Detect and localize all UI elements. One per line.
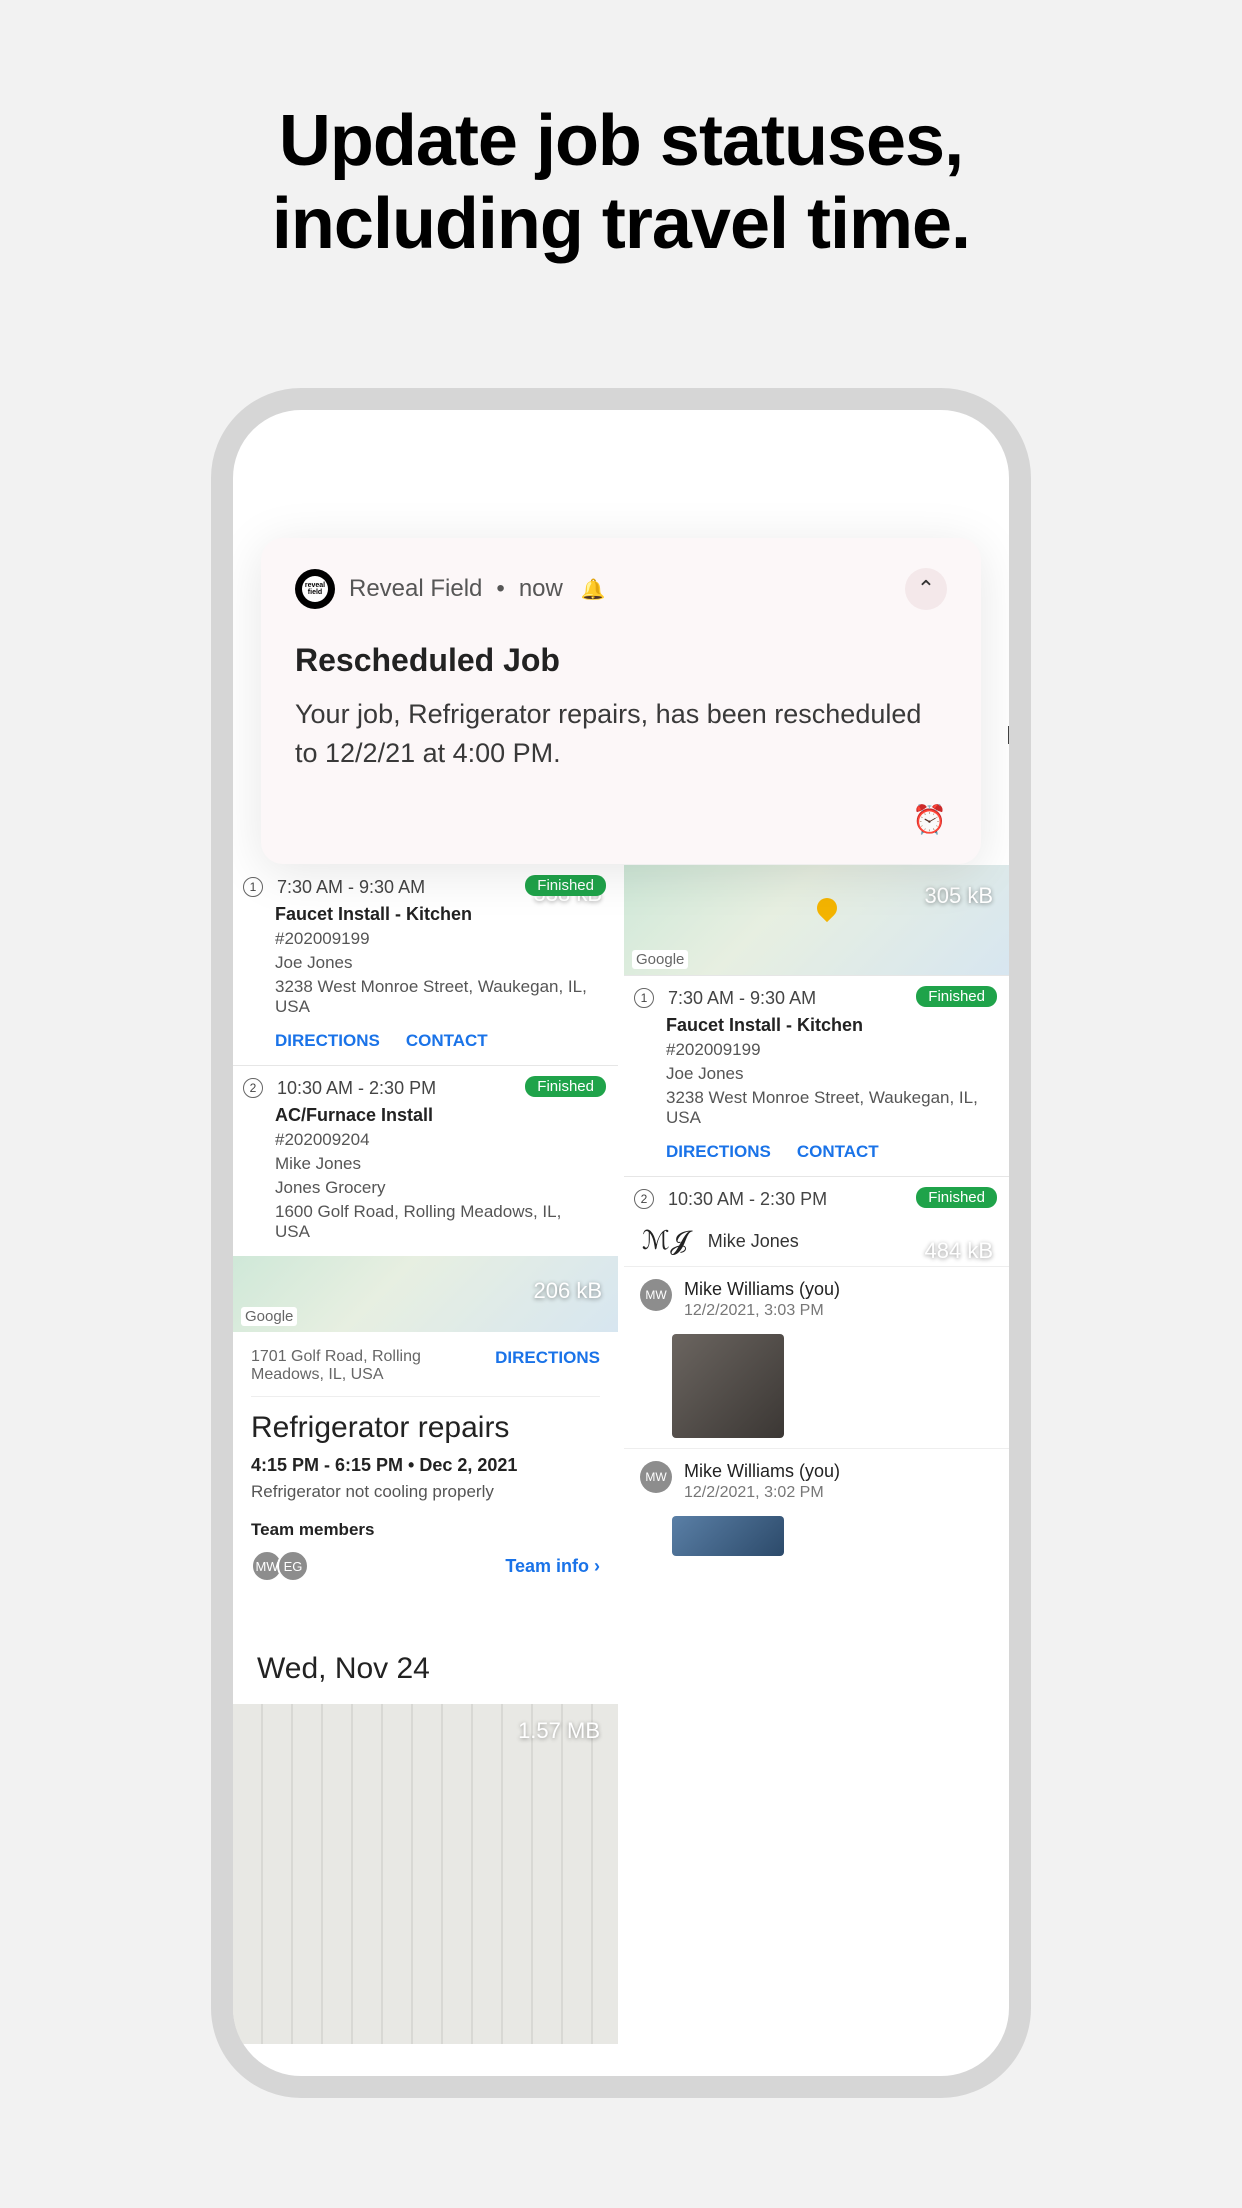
photo-thumbnail[interactable] [672, 1334, 784, 1438]
google-logo: Google [241, 1307, 297, 1326]
detail-heading: Refrigerator repairs [251, 1411, 600, 1445]
contact-link[interactable]: CONTACT [406, 1031, 488, 1051]
job-address: 1600 Golf Road, Rolling Meadows, IL, USA [275, 1202, 600, 1242]
job-ref: #202009199 [275, 929, 600, 949]
notification-title: Rescheduled Job [295, 642, 947, 679]
notification-when: now [519, 575, 563, 603]
inbox-peek-text: I [1006, 720, 1009, 751]
team-info-link[interactable]: Team info › [505, 1556, 600, 1577]
feed-timestamp: 12/2/2021, 3:03 PM [684, 1302, 840, 1320]
job-address: 3238 West Monroe Street, Waukegan, IL, U… [275, 977, 600, 1017]
status-badge: Finished [916, 1187, 997, 1208]
chevron-up-icon: ⌃ [917, 576, 935, 602]
file-size-overlay: 305 kB [925, 883, 994, 909]
feed-name: Mike Williams (you) [684, 1461, 840, 1482]
job-person: Joe Jones [275, 953, 600, 973]
map-thumbnail[interactable]: 305 kB Google [624, 865, 1009, 975]
signature-name: Mike Jones [708, 1231, 799, 1252]
hero-line1: Update job statuses, [0, 100, 1242, 183]
job-card-2[interactable]: 2 10:30 AM - 2:30 PM Finished [624, 1176, 1009, 1216]
screenshot-collage: 338 kB 1 7:30 AM - 9:30 AM Finished Fauc… [233, 865, 1009, 2076]
collapse-button[interactable]: ⌃ [905, 568, 947, 610]
avatar[interactable]: EG [277, 1550, 309, 1582]
file-size-overlay: 1.57 MB [518, 1718, 600, 1744]
spacer [233, 1598, 618, 1622]
job-card-1[interactable]: 1 7:30 AM - 9:30 AM Finished Faucet Inst… [624, 975, 1009, 1176]
date-header: Wed, Nov 24 [233, 1622, 618, 1704]
directions-link[interactable]: DIRECTIONS [275, 1031, 380, 1051]
photo-thumbnail[interactable] [672, 1516, 784, 1556]
directions-link[interactable]: DIRECTIONS [495, 1348, 600, 1384]
team-row: MW EG Team info › [251, 1550, 600, 1582]
snooze-alarm-icon: ⏰ [912, 804, 947, 835]
notification-app-name: Reveal Field [349, 575, 482, 603]
feed-item[interactable]: MW Mike Williams (you) 12/2/2021, 3:02 P… [624, 1448, 1009, 1514]
notification-separator: • [496, 575, 504, 603]
job-person: Mike Jones [275, 1154, 600, 1174]
job-person: Joe Jones [666, 1064, 991, 1084]
job-card-1[interactable]: 338 kB 1 7:30 AM - 9:30 AM Finished Fauc… [233, 865, 618, 1065]
feed-name: Mike Williams (you) [684, 1279, 840, 1300]
job-ref: #202009199 [666, 1040, 991, 1060]
map-pin-icon [812, 894, 840, 922]
left-column: 338 kB 1 7:30 AM - 9:30 AM Finished Fauc… [233, 865, 618, 2076]
avatar: MW [640, 1461, 672, 1493]
job-card-2[interactable]: 2 10:30 AM - 2:30 PM Finished AC/Furnace… [233, 1065, 618, 1256]
status-badge: Finished [525, 1076, 606, 1097]
notification-body: Your job, Refrigerator repairs, has been… [295, 695, 947, 773]
google-logo: Google [632, 950, 688, 969]
status-badge: Finished [525, 875, 606, 896]
job-order-badge: 1 [243, 877, 263, 897]
job-title: Faucet Install - Kitchen [275, 904, 600, 925]
right-column: 305 kB Google 1 7:30 AM - 9:30 AM Finish… [624, 865, 1009, 2076]
job-company: Jones Grocery [275, 1178, 600, 1198]
job-ref: #202009204 [275, 1130, 600, 1150]
bell-icon: 🔔 [581, 577, 606, 602]
snooze-button[interactable]: ⏰ [295, 803, 947, 836]
map-thumbnail[interactable]: 206 kB Google [233, 1256, 618, 1332]
avatar: MW [640, 1279, 672, 1311]
app-icon-label: revealfield [302, 576, 328, 602]
detail-datetime: 4:15 PM - 6:15 PM • Dec 2, 2021 [251, 1455, 600, 1476]
job-title: Faucet Install - Kitchen [666, 1015, 991, 1036]
document-photo[interactable]: 1.57 MB [233, 1704, 618, 2044]
job-order-badge: 2 [634, 1189, 654, 1209]
notification-header: revealfield Reveal Field • now 🔔 ⌃ [295, 568, 947, 610]
file-size-overlay: 206 kB [534, 1278, 603, 1304]
feed-timestamp: 12/2/2021, 3:02 PM [684, 1484, 840, 1502]
app-icon: revealfield [295, 569, 335, 609]
job-address: 3238 West Monroe Street, Waukegan, IL, U… [666, 1088, 991, 1128]
phone-content: I revealfield Reveal Field • now 🔔 ⌃ Res… [233, 410, 1009, 2076]
signature-row: ℳ𝓙 Mike Jones 484 kB [624, 1216, 1009, 1266]
job-detail-card[interactable]: 1701 Golf Road, Rolling Meadows, IL, USA… [233, 1332, 618, 1598]
directions-link[interactable]: DIRECTIONS [666, 1142, 771, 1162]
job-order-badge: 2 [243, 1078, 263, 1098]
file-size-overlay: 484 kB [925, 1238, 994, 1264]
notification-card[interactable]: revealfield Reveal Field • now 🔔 ⌃ Resch… [261, 538, 981, 864]
hero-title: Update job statuses, including travel ti… [0, 100, 1242, 266]
feed-item[interactable]: MW Mike Williams (you) 12/2/2021, 3:03 P… [624, 1266, 1009, 1332]
job-title: AC/Furnace Install [275, 1105, 600, 1126]
contact-link[interactable]: CONTACT [797, 1142, 879, 1162]
detail-address: 1701 Golf Road, Rolling Meadows, IL, USA [251, 1348, 495, 1384]
phone-frame: I revealfield Reveal Field • now 🔔 ⌃ Res… [211, 388, 1031, 2098]
hero-line2: including travel time. [0, 183, 1242, 266]
signature-icon: ℳ𝓙 [642, 1226, 688, 1257]
status-badge: Finished [916, 986, 997, 1007]
job-order-badge: 1 [634, 988, 654, 1008]
team-members-label: Team members [251, 1520, 600, 1540]
detail-description: Refrigerator not cooling properly [251, 1482, 600, 1502]
